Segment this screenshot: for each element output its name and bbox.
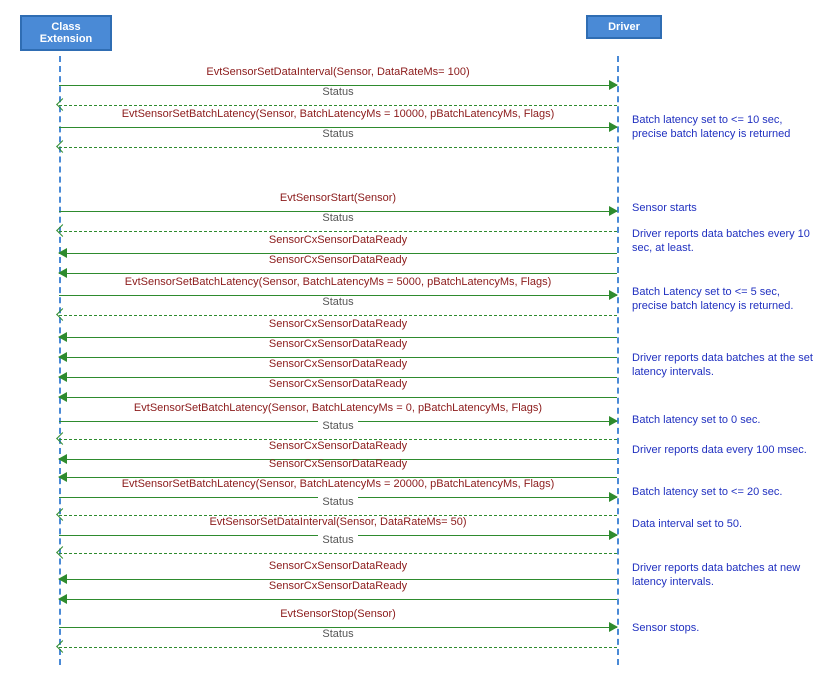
msg-label: EvtSensorStart(Sensor) (280, 192, 396, 204)
msg-label: SensorCxSensorDataReady (269, 318, 407, 330)
msg-status-8: Status (59, 640, 617, 654)
note-reports-set-latency: Driver reports data batches at the set l… (632, 352, 818, 380)
msg-label: EvtSensorSetDataInterval(Sensor, DataRat… (206, 66, 469, 78)
msg-label: SensorCxSensorDataReady (269, 338, 407, 350)
msg-data-ready-10: SensorCxSensorDataReady (59, 592, 617, 606)
note-reports-100ms: Driver reports data every 100 msec. (632, 444, 818, 458)
note-batch-latency-20s: Batch latency set to <= 20 sec. (632, 486, 818, 500)
msg-label: SensorCxSensorDataReady (269, 378, 407, 390)
msg-label: EvtSensorSetBatchLatency(Sensor, BatchLa… (134, 402, 542, 414)
actor-class-extension: Class Extension (20, 15, 112, 51)
note-reports-new-latency: Driver reports data batches at new laten… (632, 562, 818, 590)
msg-label: SensorCxSensorDataReady (269, 580, 407, 592)
msg-label: EvtSensorSetDataInterval(Sensor, DataRat… (209, 516, 466, 528)
msg-label: Status (318, 296, 357, 308)
note-sensor-stops: Sensor stops. (632, 622, 818, 636)
note-reports-10s: Driver reports data batches every 10 sec… (632, 228, 818, 256)
note-batch-latency-0s: Batch latency set to 0 sec. (632, 414, 818, 428)
msg-label: SensorCxSensorDataReady (269, 440, 407, 452)
msg-label: Status (318, 128, 357, 140)
msg-label: SensorCxSensorDataReady (269, 254, 407, 266)
msg-label: SensorCxSensorDataReady (269, 458, 407, 470)
msg-label: Status (318, 496, 357, 508)
msg-label: EvtSensorSetBatchLatency(Sensor, BatchLa… (122, 108, 555, 120)
msg-label: Status (318, 86, 357, 98)
msg-label: Status (318, 212, 357, 224)
note-batch-latency-10s: Batch latency set to <= 10 sec, precise … (632, 114, 818, 142)
sequence-diagram: Class Extension Driver EvtSensorSetDataI… (0, 0, 837, 680)
msg-label: EvtSensorStop(Sensor) (280, 608, 396, 620)
msg-status-7: Status (59, 546, 617, 560)
actor-driver: Driver (586, 15, 662, 39)
msg-label: SensorCxSensorDataReady (269, 234, 407, 246)
note-sensor-starts: Sensor starts (632, 202, 818, 216)
msg-label: EvtSensorSetBatchLatency(Sensor, BatchLa… (125, 276, 551, 288)
msg-label: EvtSensorSetBatchLatency(Sensor, BatchLa… (122, 478, 555, 490)
note-batch-latency-5s: Batch Latency set to <= 5 sec, precise b… (632, 286, 818, 314)
lifeline-driver (617, 56, 619, 665)
msg-status-2: Status (59, 140, 617, 154)
msg-label: Status (318, 628, 357, 640)
msg-label: Status (318, 534, 357, 546)
note-data-interval-50: Data interval set to 50. (632, 518, 818, 532)
msg-label: SensorCxSensorDataReady (269, 560, 407, 572)
msg-label: Status (318, 420, 357, 432)
msg-label: SensorCxSensorDataReady (269, 358, 407, 370)
